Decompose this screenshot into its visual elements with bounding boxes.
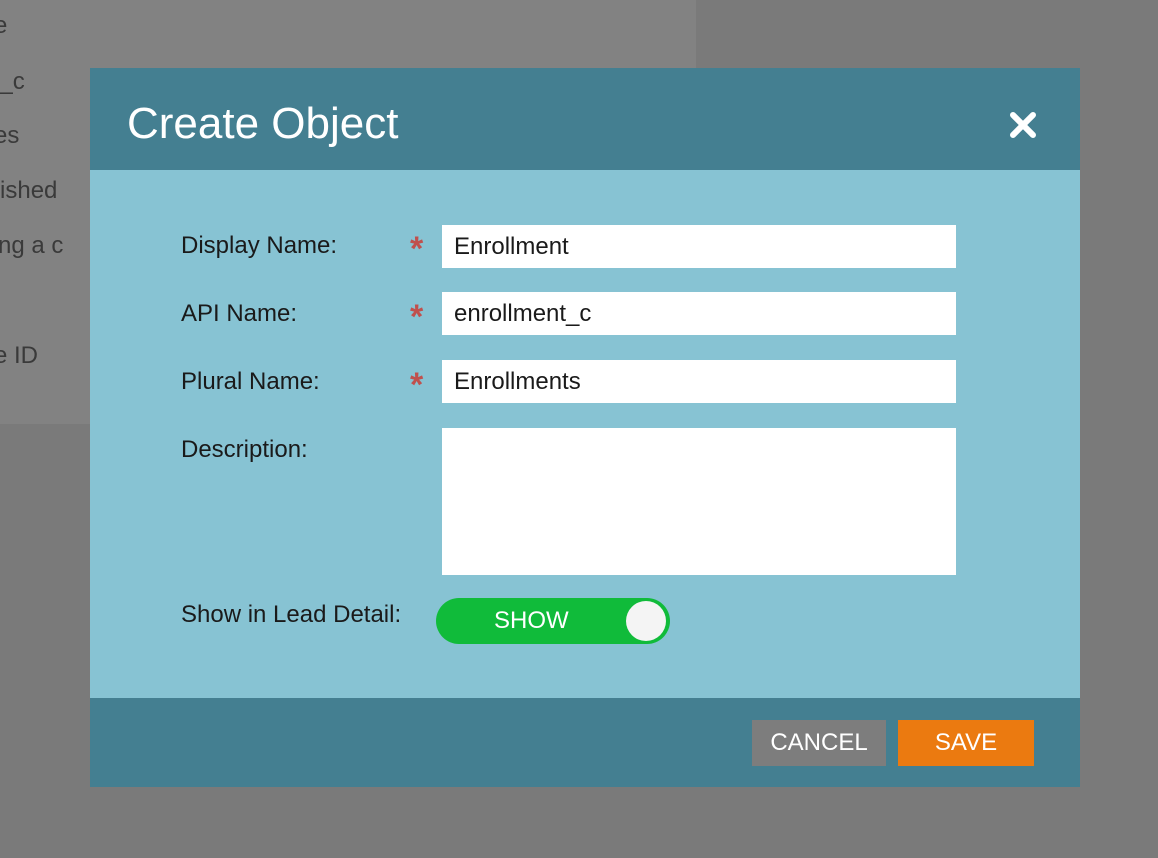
toggle-state-label: SHOW: [494, 607, 569, 634]
toggle-knob: [626, 601, 666, 641]
required-asterisk-icon: *: [410, 366, 424, 404]
dialog-title: Create Object: [127, 99, 399, 148]
background-list-item: eling a c: [0, 232, 64, 259]
close-icon[interactable]: [1008, 110, 1038, 140]
show-in-lead-detail-toggle[interactable]: SHOW: [436, 598, 670, 644]
page: rse se_c rses ublished eling a c w rse I…: [0, 0, 1158, 858]
cancel-button[interactable]: CANCEL: [752, 720, 886, 766]
dialog-footer: CANCEL SAVE: [90, 698, 1080, 787]
dialog-header: Create Object: [90, 68, 1080, 170]
background-list-item: rse ID: [0, 342, 39, 369]
save-button[interactable]: SAVE: [898, 720, 1034, 766]
required-asterisk-icon: *: [410, 298, 424, 336]
background-list-item: rse: [0, 12, 8, 39]
show-in-lead-detail-label: Show in Lead Detail:: [181, 601, 402, 628]
background-list-item: rses: [0, 122, 20, 149]
required-asterisk-icon: *: [410, 230, 424, 268]
api-name-input[interactable]: [442, 292, 956, 335]
create-object-dialog: Create Object Display Name: * API Name: …: [90, 68, 1080, 787]
plural-name-input[interactable]: [442, 360, 956, 403]
description-label: Description:: [181, 436, 308, 463]
api-name-label: API Name:: [181, 300, 298, 327]
background-list-item: se_c: [0, 68, 25, 95]
plural-name-label: Plural Name:: [181, 368, 320, 395]
display-name-label: Display Name:: [181, 232, 338, 259]
description-textarea[interactable]: [442, 428, 956, 575]
background-list-item: ublished: [0, 177, 58, 204]
display-name-input[interactable]: [442, 225, 956, 268]
